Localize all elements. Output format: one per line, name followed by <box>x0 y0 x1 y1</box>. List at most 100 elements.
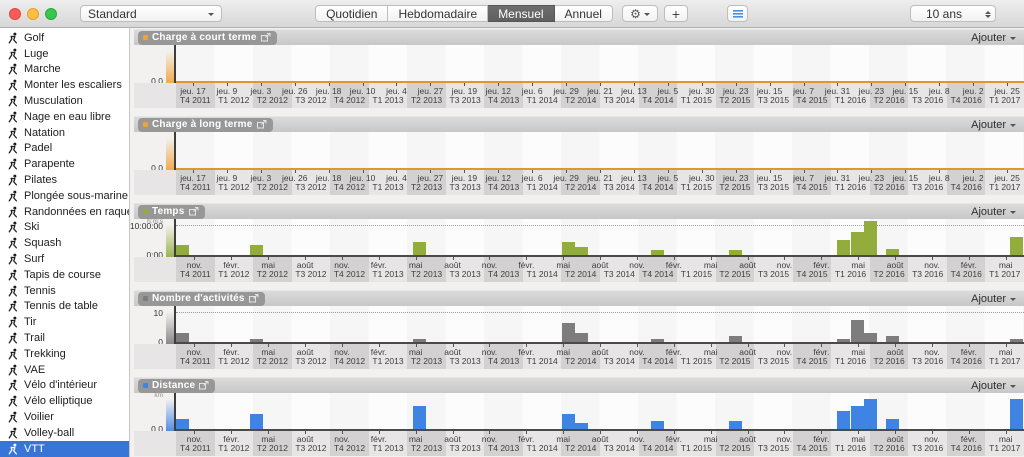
chart-body: 0,0 <box>134 45 1024 83</box>
y-axis-gradient-strip <box>166 45 174 83</box>
bar[interactable] <box>886 419 899 429</box>
time-range-stepper[interactable]: 10 ans <box>910 5 996 22</box>
bar[interactable] <box>562 323 575 342</box>
bar[interactable] <box>176 419 189 429</box>
x-axis-quarter-label: T1 2014 <box>523 95 562 105</box>
bar[interactable] <box>837 411 850 429</box>
chart-plot-charge-long-terme[interactable] <box>176 132 1024 170</box>
bar[interactable] <box>250 414 263 429</box>
chart-title-pill[interactable]: Nombre d'activités <box>138 292 265 306</box>
sidebar-item-padel[interactable]: Padel <box>0 141 129 157</box>
close-icon[interactable] <box>9 8 21 20</box>
x-axis-quarter-label: T1 2017 <box>985 269 1024 279</box>
sidebar-item-trail[interactable]: Trail <box>0 330 129 346</box>
bar[interactable] <box>851 232 864 255</box>
bar[interactable] <box>176 245 189 255</box>
sidebar-item-volley-ball[interactable]: Volley-ball <box>0 425 129 441</box>
sidebar-item-tennis-de-table[interactable]: Tennis de table <box>0 299 129 315</box>
tab-hebdomadaire[interactable]: Hebdomadaire <box>388 5 488 22</box>
bar[interactable] <box>1010 237 1023 255</box>
y-axis-max-label: 10 <box>154 308 163 318</box>
sidebar-item-tir[interactable]: Tir <box>0 314 129 330</box>
sidebar-item-ski[interactable]: Ski <box>0 220 129 236</box>
ajouter-button[interactable]: Ajouter <box>971 380 1016 392</box>
bar[interactable] <box>562 242 575 255</box>
sidebar-item-plong-e-sous-marine[interactable]: Plongée sous-marine <box>0 188 129 204</box>
x-axis-quarter-label: T4 2012 <box>330 443 369 453</box>
sidebar-item-marche[interactable]: Marche <box>0 62 129 78</box>
chart-plot-nombre-d-activit-s[interactable] <box>176 306 1024 344</box>
ajouter-button[interactable]: Ajouter <box>971 206 1016 218</box>
sidebar-item-voilier[interactable]: Voilier <box>0 409 129 425</box>
sidebar-item-musculation[interactable]: Musculation <box>0 93 129 109</box>
quarter-label-row: T4 2011T1 2012T2 2012T3 2012T4 2012T1 20… <box>176 182 1024 192</box>
bar[interactable] <box>1010 399 1023 429</box>
chart-plot-distance[interactable] <box>176 393 1024 431</box>
bar[interactable] <box>575 247 588 255</box>
chart-title-pill[interactable]: Temps <box>138 205 205 219</box>
zoom-icon[interactable] <box>45 8 57 20</box>
minimize-icon[interactable] <box>27 8 39 20</box>
sidebar-item-vtt[interactable]: VTT <box>0 441 129 457</box>
ajouter-button[interactable]: Ajouter <box>971 293 1016 305</box>
bar[interactable] <box>729 421 742 429</box>
x-axis-quarter-label: T2 2015 <box>716 269 755 279</box>
bar[interactable] <box>176 333 189 343</box>
sidebar-item-tennis[interactable]: Tennis <box>0 283 129 299</box>
tab-mensuel[interactable]: Mensuel <box>488 5 554 22</box>
bar[interactable] <box>562 414 575 429</box>
sidebar-item-v-lo-d-int-rieur[interactable]: Vélo d'intérieur <box>0 378 129 394</box>
bar[interactable] <box>864 333 877 343</box>
sport-icon <box>7 79 19 91</box>
tab-quotidien[interactable]: Quotidien <box>315 5 388 22</box>
sidebar-item-luge[interactable]: Luge <box>0 46 129 62</box>
chart-plot-charge-court-terme[interactable] <box>176 45 1024 83</box>
sidebar-item-golf[interactable]: Golf <box>0 30 129 46</box>
chart-title: Charge à court terme <box>152 32 257 43</box>
y-axis-labels: 100 <box>134 306 166 344</box>
bar[interactable] <box>851 406 864 429</box>
sidebar-item-v-lo-elliptique[interactable]: Vélo elliptique <box>0 393 129 409</box>
preset-select[interactable]: Standard <box>80 5 222 22</box>
sport-icon <box>7 253 19 265</box>
bar[interactable] <box>837 240 850 255</box>
sidebar-item-randonn-es-en-raquett[interactable]: Randonnées en raquett... <box>0 204 129 220</box>
sidebar-item-monter-les-escaliers[interactable]: Monter les escaliers <box>0 77 129 93</box>
panel-distance: DistanceAjouterkm0,0nov.févr.maiaoûtnov.… <box>134 377 1024 456</box>
x-axis-quarter-label: T1 2016 <box>831 182 870 192</box>
sidebar-item-tapis-de-course[interactable]: Tapis de course <box>0 267 129 283</box>
chart-title-pill[interactable]: Charge à court terme <box>138 31 277 45</box>
bar[interactable] <box>851 320 864 342</box>
add-button[interactable]: + <box>664 5 688 22</box>
x-axis-quarter-label: T3 2012 <box>292 182 331 192</box>
ajouter-button[interactable]: Ajouter <box>971 119 1016 131</box>
sport-icon <box>7 221 19 233</box>
bar[interactable] <box>413 242 426 255</box>
bar[interactable] <box>864 399 877 429</box>
ajouter-button[interactable]: Ajouter <box>971 32 1016 44</box>
sidebar-item-label: Tennis de table <box>24 300 98 312</box>
sidebar-item-parapente[interactable]: Parapente <box>0 156 129 172</box>
chart-plot-temps[interactable] <box>176 219 1024 257</box>
list-view-button[interactable] <box>727 5 748 22</box>
sidebar-item-nage-en-eau-libre[interactable]: Nage en eau libre <box>0 109 129 125</box>
sidebar-item-squash[interactable]: Squash <box>0 235 129 251</box>
x-axis-quarter-label: T2 2014 <box>561 269 600 279</box>
bar[interactable] <box>651 421 664 429</box>
bar[interactable] <box>413 406 426 429</box>
bar[interactable] <box>864 221 877 255</box>
bar[interactable] <box>250 245 263 255</box>
sidebar-item-vae[interactable]: VAE <box>0 362 129 378</box>
sidebar-item-trekking[interactable]: Trekking <box>0 346 129 362</box>
sidebar-item-surf[interactable]: Surf <box>0 251 129 267</box>
settings-button[interactable]: ⚙ <box>622 5 658 22</box>
chart-title-pill[interactable]: Distance <box>138 379 215 393</box>
sidebar-item-pilates[interactable]: Pilates <box>0 172 129 188</box>
x-axis-label-strip: jeu. 17jeu. 9jeu. 3jeu. 26jeu. 18jeu. 10… <box>134 83 1024 108</box>
bar[interactable] <box>575 333 588 343</box>
tab-annuel[interactable]: Annuel <box>555 5 613 22</box>
legend-dot <box>143 35 148 40</box>
sidebar-item-natation[interactable]: Natation <box>0 125 129 141</box>
chart-title-pill[interactable]: Charge à long terme <box>138 118 273 132</box>
x-axis-quarter-label: T4 2014 <box>639 356 678 366</box>
